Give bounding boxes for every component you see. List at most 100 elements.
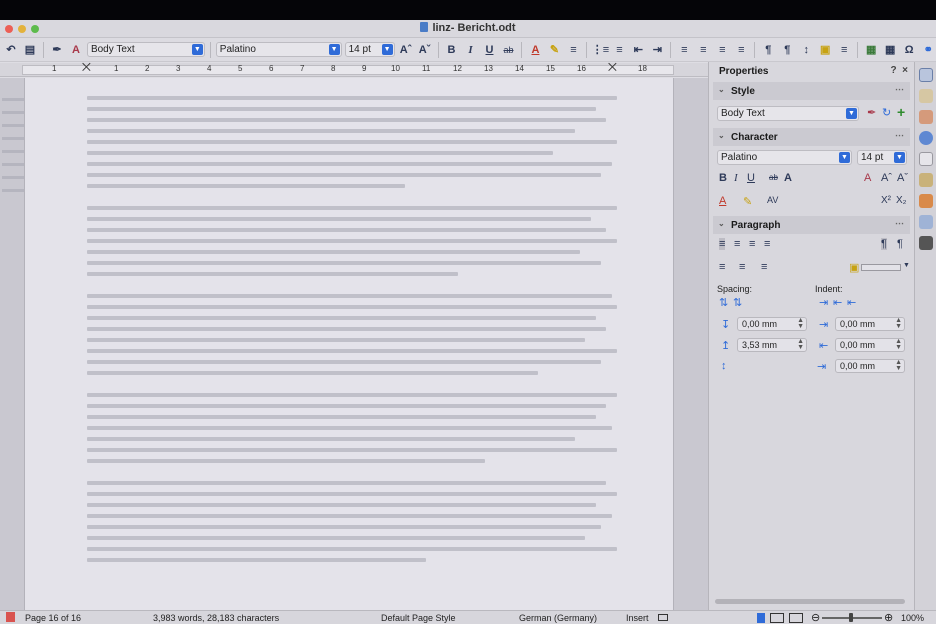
design-deck-icon[interactable] — [918, 215, 933, 229]
decrease-indent-icon[interactable]: ⇤ — [833, 296, 842, 309]
font-color-button[interactable]: A — [527, 42, 543, 58]
more-options-icon[interactable]: ⋯ — [895, 84, 904, 95]
stepper-arrows-icon[interactable]: ▲ ▼ — [895, 359, 902, 372]
horizontal-ruler[interactable]: 1 ⨉ 1 2 3 4 5 6 7 8 9 10 11 12 13 14 15 … — [0, 62, 708, 77]
zoom-level[interactable]: 100% — [901, 613, 924, 623]
sidebar-highlight-icon[interactable]: ✎ — [743, 195, 752, 208]
hanging-indent-icon[interactable]: ⇤ — [847, 296, 856, 309]
decrease-spacing-icon[interactable]: ⇅ — [733, 296, 742, 309]
manage-changes-deck-icon[interactable] — [918, 194, 933, 208]
chevron-down-icon[interactable]: ▼ — [846, 108, 857, 119]
page-text-block[interactable] — [87, 96, 617, 569]
line-spacing-icon[interactable]: ↕ — [798, 42, 814, 58]
sidebar-italic-button[interactable]: I — [734, 172, 738, 184]
multi-page-view-icon[interactable] — [770, 613, 784, 623]
chevron-down-icon[interactable]: ▼ — [191, 44, 203, 55]
sidebar-ltr-icon[interactable]: ¶ — [881, 238, 887, 250]
insert-mode-status[interactable]: Insert — [626, 613, 649, 623]
paragraph-background-icon[interactable]: ▣ — [817, 42, 833, 58]
before-text-indent-input[interactable]: 0,00 mm ▲ ▼ — [835, 317, 905, 331]
font-name-combo[interactable]: Palatino ▼ — [215, 42, 342, 57]
paragraph-background-swatch[interactable] — [861, 264, 901, 271]
grow-font-icon[interactable]: Aˆ — [881, 172, 892, 184]
page-style-status[interactable]: Default Page Style — [381, 613, 456, 623]
chevron-down-icon[interactable]: ▼ — [328, 44, 340, 55]
clear-direct-formatting-icon[interactable]: A — [864, 172, 871, 184]
special-character-button[interactable]: Ω — [901, 42, 917, 58]
sidebar-bold-button[interactable]: B — [719, 172, 727, 184]
stepper-arrows-icon[interactable]: ▲ ▼ — [895, 338, 902, 351]
single-page-view-icon[interactable] — [757, 613, 765, 623]
superscript-button[interactable]: X² — [881, 195, 891, 206]
clear-formatting-icon[interactable]: A — [68, 42, 84, 58]
align-right-icon[interactable]: ≡ — [714, 42, 730, 58]
zoom-slider-handle[interactable] — [849, 613, 853, 622]
align-justified-icon[interactable]: ≡ — [733, 42, 749, 58]
sidebar-align-justify-icon[interactable]: ≡ — [764, 238, 770, 250]
after-text-indent-input[interactable]: 0,00 mm ▲ ▼ — [835, 338, 905, 352]
navigator-deck-icon[interactable] — [918, 131, 933, 145]
document-page[interactable] — [24, 78, 674, 610]
undo-icon[interactable]: ↶ — [3, 42, 19, 58]
sidebar-align-center-icon[interactable]: ≡ — [734, 238, 740, 250]
character-section-header[interactable]: ⌄ Character ⋯ — [713, 128, 910, 146]
insert-table-icon[interactable]: ▦ — [882, 42, 898, 58]
left-indent-marker-icon[interactable]: ⨉ — [82, 62, 91, 75]
shrink-font-icon[interactable]: Aˇ — [897, 172, 908, 184]
language-status[interactable]: German (Germany) — [519, 613, 597, 623]
sidebar-font-color-icon[interactable]: A — [719, 195, 726, 207]
sidebar-numbered-list-icon[interactable]: ≡ — [739, 261, 745, 273]
grow-font-button[interactable]: Aˆ — [398, 42, 414, 58]
right-indent-marker-icon[interactable]: ⨉ — [608, 62, 617, 75]
align-justify-icon[interactable]: ≡ — [565, 42, 581, 58]
character-spacing-icon[interactable]: AV — [767, 195, 778, 205]
sidebar-underline-button[interactable]: U — [747, 172, 755, 184]
sidebar-bullet-list-icon[interactable]: ≡ — [719, 261, 725, 273]
update-style-icon[interactable]: ↻ — [882, 106, 891, 119]
zoom-out-icon[interactable]: ⊖ — [811, 611, 820, 624]
properties-deck-icon[interactable] — [918, 68, 933, 82]
sidebar-font-size-combo[interactable]: 14 pt ▼ — [857, 150, 907, 165]
underline-button[interactable]: U — [482, 42, 498, 58]
more-options-icon[interactable]: ⋯ — [895, 218, 904, 229]
rtl-direction-icon[interactable]: ¶ — [779, 42, 795, 58]
insert-image-icon[interactable]: ▦ — [863, 42, 879, 58]
paragraph-style-combo[interactable]: Body Text ▼ — [86, 42, 205, 57]
fill-format-icon[interactable]: ✒ — [867, 106, 876, 119]
increase-spacing-icon[interactable]: ⇅ — [719, 296, 728, 309]
clone-formatting-icon[interactable]: ✒ — [49, 42, 65, 58]
close-sidebar-button[interactable]: × — [902, 65, 908, 76]
font-size-combo[interactable]: 14 pt ▼ — [344, 42, 395, 57]
help-button[interactable]: ? — [890, 65, 896, 76]
style-inspector-deck-icon[interactable] — [918, 173, 933, 187]
sidebar-scrollbar[interactable] — [715, 599, 905, 604]
above-spacing-input[interactable]: 0,00 mm ▲ ▼ — [737, 317, 807, 331]
numbered-list-icon[interactable]: ≡ — [611, 42, 627, 58]
paragraph-section-header[interactable]: ⌄ Paragraph ⋯ — [713, 216, 910, 234]
more-formatting-icon[interactable]: ≡ — [836, 42, 852, 58]
below-spacing-input[interactable]: 3,53 mm ▲ ▼ — [737, 338, 807, 352]
hyperlink-icon[interactable]: ⚭ — [920, 42, 936, 58]
decrease-indent-icon[interactable]: ⇤ — [630, 42, 646, 58]
sidebar-shadow-button[interactable]: A — [784, 172, 792, 184]
bold-button[interactable]: B — [444, 42, 460, 58]
bullet-list-icon[interactable]: ⋮≡ — [592, 42, 609, 58]
increase-indent-icon[interactable]: ⇥ — [819, 296, 828, 309]
chevron-down-icon[interactable]: ▼ — [381, 44, 393, 55]
document-canvas[interactable] — [0, 78, 708, 610]
paragraph-background-color-icon[interactable]: ▣ — [849, 261, 859, 274]
line-spacing-icon[interactable]: ↕ — [721, 360, 727, 372]
increase-indent-icon[interactable]: ⇥ — [649, 42, 665, 58]
paste-icon[interactable]: ▤ — [22, 42, 38, 58]
stepper-arrows-icon[interactable]: ▲ ▼ — [797, 317, 804, 330]
sidebar-font-name-combo[interactable]: Palatino ▼ — [717, 150, 852, 165]
zoom-in-icon[interactable]: ⊕ — [884, 611, 893, 624]
sidebar-align-right-icon[interactable]: ≡ — [749, 238, 755, 250]
sidebar-outline-list-icon[interactable]: ≡ — [761, 261, 767, 273]
subscript-button[interactable]: X₂ — [896, 195, 907, 206]
book-view-icon[interactable] — [789, 613, 803, 623]
stepper-arrows-icon[interactable]: ▲ ▼ — [797, 338, 804, 351]
styles-deck-icon[interactable] — [918, 89, 933, 103]
find-deck-icon[interactable] — [918, 236, 933, 250]
chevron-down-icon[interactable]: ▼ — [903, 262, 910, 269]
